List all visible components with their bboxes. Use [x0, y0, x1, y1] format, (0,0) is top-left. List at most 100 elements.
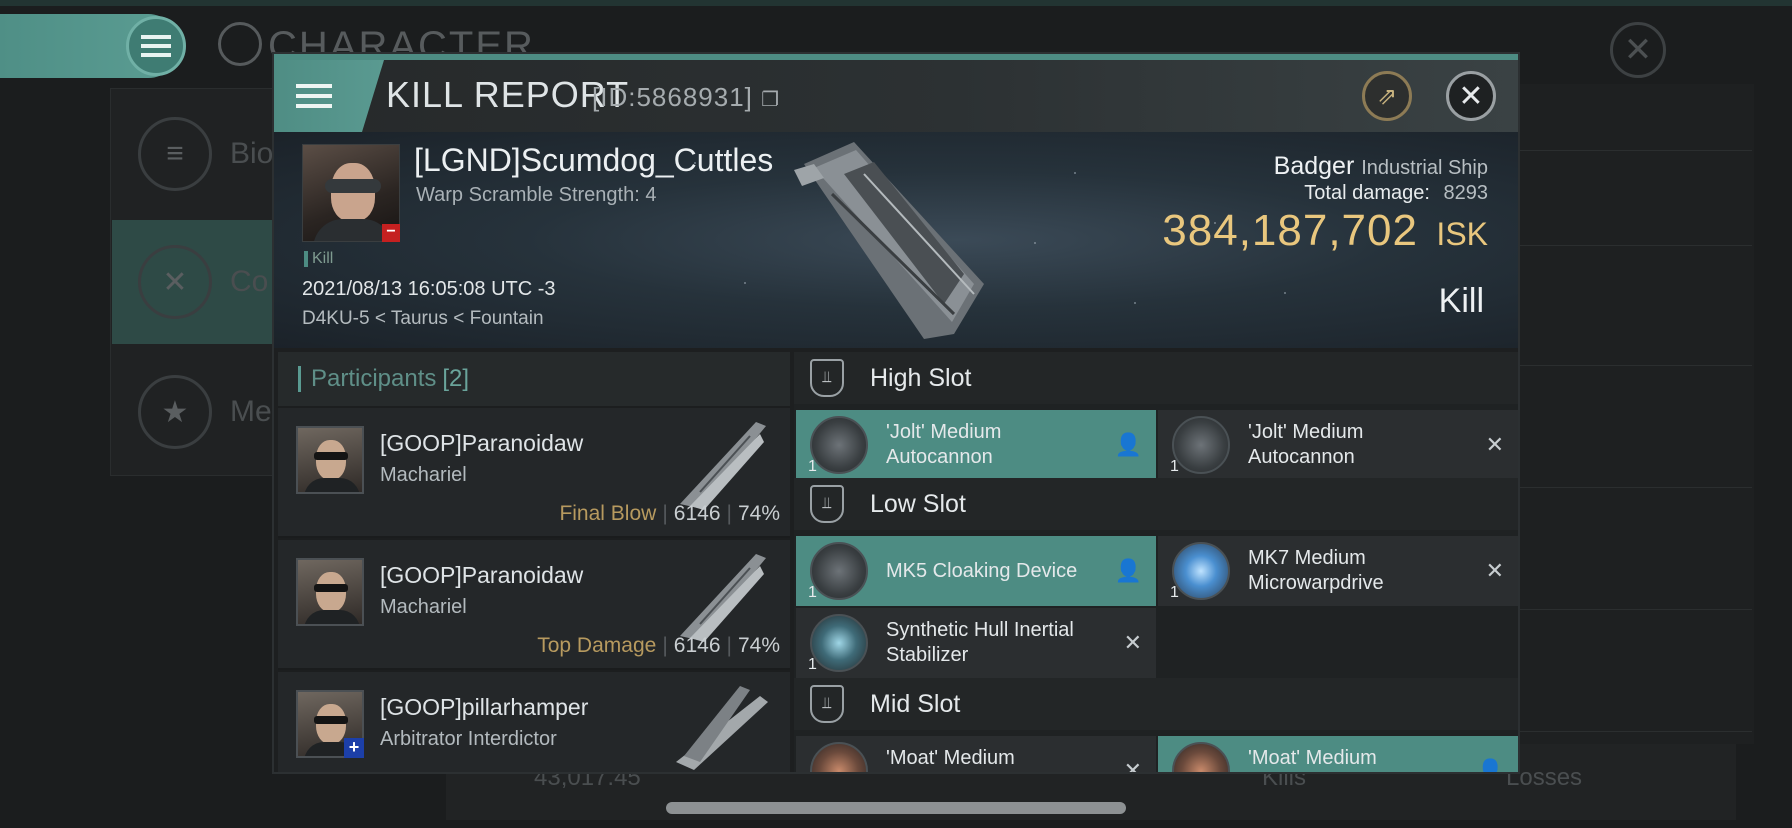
victim-name[interactable]: [LGND]Scumdog_Cuttles: [414, 142, 773, 179]
kill-id[interactable]: [ID:5868931] ❐: [592, 82, 780, 113]
stat-divider: |: [662, 502, 668, 525]
kill-tag-label: Kill: [312, 250, 334, 267]
participant-percent: 74%: [737, 502, 780, 525]
menu-icon: ≡: [138, 117, 212, 191]
isk-unit: ISK: [1436, 216, 1488, 252]
destroyed-icon: ✕: [1123, 630, 1142, 655]
sidebar-item-bio[interactable]: ≡ Bio: [112, 92, 284, 216]
module-name: MK5 Cloaking Device: [886, 559, 1078, 582]
participant-avatar[interactable]: [296, 558, 364, 626]
microwarpdrive-icon: [1172, 542, 1230, 600]
armor-plate-icon: [810, 742, 868, 772]
horizontal-scrollbar[interactable]: [666, 802, 1126, 814]
participant-percent: 74%: [737, 634, 780, 657]
victim-banner: − [LGND]Scumdog_Cuttles Warp Scramble St…: [274, 132, 1518, 348]
damage-value: 8293: [1443, 182, 1489, 204]
sidebar-item-label: Co: [230, 265, 269, 298]
module-name: 'Moat' Medium: [1248, 747, 1377, 769]
module-item[interactable]: 1 'Jolt' Medium Autocannon 👤: [796, 410, 1156, 480]
sidebar-item-medals[interactable]: ★ Me: [112, 350, 284, 474]
destroyed-icon: ✕: [1485, 558, 1504, 583]
participant-stats: Top Damage | 6146 | 74%: [537, 634, 780, 658]
dropped-icon: 👤: [1114, 558, 1142, 583]
victim-subtitle: Warp Scramble Strength: 4: [416, 184, 657, 206]
module-name: Synthetic Hull Inertial Stabilizer: [886, 619, 1074, 666]
stat-divider: |: [726, 502, 732, 525]
tag-bar: [304, 251, 308, 267]
destroyed-icon: ✕: [1123, 758, 1142, 774]
participant-row[interactable]: [GOOP]Paranoidaw Machariel Top Damage | 61…: [278, 540, 790, 670]
module-item[interactable]: 1 MK7 Medium Microwarpdrive ✕: [1158, 536, 1518, 606]
sidebar-item-label: Me: [230, 395, 272, 428]
module-item[interactable]: 1 Synthetic Hull Inertial Stabilizer ✕: [796, 608, 1156, 678]
participant-stats: Final Blow | 6146 | 74%: [559, 502, 780, 526]
module-name: 'Moat' Medium: [886, 747, 1015, 769]
main-menu-button[interactable]: [126, 16, 186, 76]
kill-id-text: [ID:5868931]: [592, 82, 753, 112]
module-item[interactable]: 'Moat' Medium ✕: [796, 736, 1156, 774]
divider: [1512, 609, 1752, 610]
kill-location[interactable]: D4KU-5 < Taurus < Fountain: [302, 308, 544, 330]
participant-ship: Arbitrator Interdictor: [380, 728, 557, 750]
high-slot-icon: ⫫: [810, 359, 844, 397]
module-quantity: 1: [1170, 458, 1179, 475]
dropped-icon: 👤: [1476, 758, 1504, 774]
isk-value: 384,187,702 ISK: [1162, 206, 1488, 256]
hamburger-icon: [296, 84, 332, 108]
close-icon: ✕: [1458, 79, 1484, 113]
destroyed-icon: ✕: [1485, 432, 1504, 457]
high-slot-header: ⫫ High Slot: [794, 352, 1518, 404]
mid-slot-icon: ⫫: [810, 685, 844, 723]
participant-damage: 6146: [673, 502, 721, 525]
sidebar-item-combat[interactable]: ✕ Co: [112, 220, 284, 344]
participant-ship: Machariel: [380, 464, 467, 486]
participant-tag: Top Damage: [537, 634, 657, 657]
divider: [1512, 487, 1752, 488]
module-quantity: 1: [808, 458, 817, 475]
module-quantity: 1: [808, 656, 817, 673]
participant-ship-image: [680, 422, 766, 510]
vitruvian-man-icon: [218, 22, 262, 66]
module-item[interactable]: 'Moat' Medium 👤: [1158, 736, 1518, 774]
module-item[interactable]: 1 MK5 Cloaking Device 👤: [796, 536, 1156, 606]
crossed-swords-icon: ✕: [138, 245, 212, 319]
friendly-standing-badge: +: [344, 738, 364, 758]
autocannon-icon: [1172, 416, 1230, 474]
share-icon: ⇗: [1376, 82, 1398, 110]
total-damage: Total damage: 8293: [1304, 182, 1488, 205]
participant-avatar[interactable]: [296, 426, 364, 494]
character-close-button[interactable]: ✕: [1610, 22, 1666, 78]
header-bar: [298, 366, 301, 392]
module-quantity: 1: [1170, 584, 1179, 601]
top-accent-line: [0, 0, 1792, 6]
participant-name: [GOOP]pillarhamper: [380, 694, 589, 720]
module-quantity: 1: [808, 584, 817, 601]
isk-amount: 384,187,702: [1162, 206, 1418, 255]
participants-header: Participants [2]: [278, 352, 790, 406]
ship-info[interactable]: Badger Industrial Ship: [1274, 152, 1488, 181]
slot-label: Mid Slot: [870, 689, 961, 718]
share-button[interactable]: ⇗: [1362, 71, 1412, 121]
cloaking-device-icon: [810, 542, 868, 600]
participant-damage: 6146: [673, 634, 721, 657]
copy-icon[interactable]: ❐: [761, 89, 780, 111]
victim-ship-image[interactable]: [784, 134, 1014, 344]
divider: [1512, 731, 1752, 732]
low-slot-header: ⫫ Low Slot: [794, 478, 1518, 530]
participant-ship-image: [676, 686, 768, 770]
participant-name: [GOOP]Paranoidaw: [380, 430, 584, 456]
close-button[interactable]: ✕: [1446, 71, 1496, 121]
star-hexagon-icon: ★: [138, 375, 212, 449]
participant-row[interactable]: [GOOP]Paranoidaw Machariel Final Blow | 61…: [278, 408, 790, 538]
module-name: 'Jolt' Medium Autocannon: [886, 421, 1002, 468]
combat-stats-panel: [1510, 84, 1754, 744]
participant-row[interactable]: + [GOOP]pillarhamper Arbitrator Interdic…: [278, 672, 790, 772]
close-icon: ✕: [1623, 31, 1653, 69]
participant-name: [GOOP]Paranoidaw: [380, 562, 584, 588]
participant-ship: Machariel: [380, 596, 467, 618]
hostile-standing-badge: −: [382, 224, 400, 242]
slot-label: High Slot: [870, 363, 972, 392]
module-item[interactable]: 1 'Jolt' Medium Autocannon ✕: [1158, 410, 1518, 480]
hamburger-icon: [141, 35, 171, 57]
kill-report-window: KILL REPORT [ID:5868931] ❐ ⇗ ✕ − [LGND]S…: [272, 52, 1520, 774]
